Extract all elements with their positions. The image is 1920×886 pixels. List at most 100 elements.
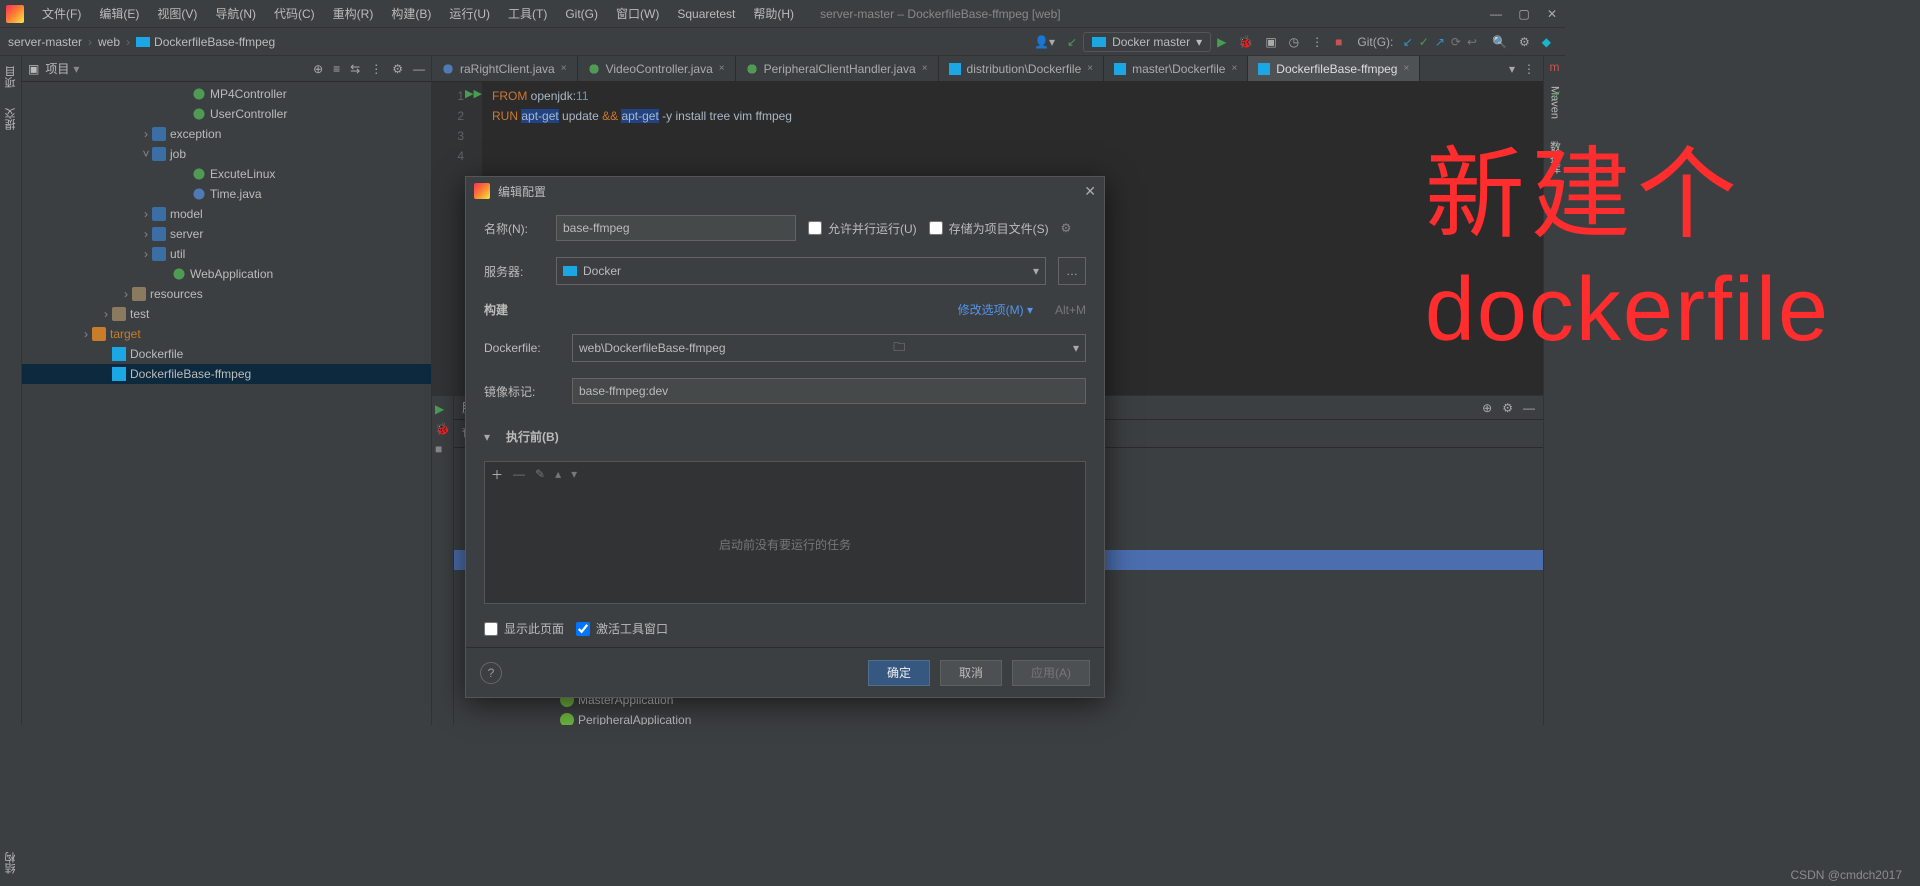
tree-row[interactable]: Dockerfile (22, 344, 431, 364)
tree-row[interactable]: ›target (22, 324, 431, 344)
breadcrumb-item[interactable]: DockerfileBase-ffmpeg (154, 35, 275, 49)
close-tab-icon[interactable]: × (922, 63, 928, 74)
debug-button[interactable]: 🐞 (1232, 33, 1259, 51)
project-tree[interactable]: MP4ControllerUserController›exception˅jo… (22, 82, 431, 725)
service-row[interactable]: PeripheralApplication (454, 710, 1543, 725)
menu-item[interactable]: 构建(B) (383, 3, 439, 24)
editor-tab[interactable]: DockerfileBase-ffmpeg× (1248, 56, 1420, 81)
play-icon[interactable]: ▶ (435, 402, 450, 416)
dockerfile-input[interactable]: web\DockerfileBase-ffmpeg 🗀 ▾ (572, 334, 1086, 362)
down-icon[interactable]: ▾ (571, 467, 577, 481)
close-tab-icon[interactable]: × (1231, 63, 1237, 74)
run-button[interactable]: ▶ (1211, 33, 1232, 51)
more-icon[interactable]: ⋮ (370, 62, 382, 76)
target-icon[interactable]: ⊕ (1482, 401, 1492, 415)
maven-icon[interactable]: m (1550, 60, 1560, 74)
server-browse-button[interactable]: … (1058, 257, 1086, 285)
menu-item[interactable]: 导航(N) (207, 3, 264, 24)
editor-tabs[interactable]: raRightClient.java×VideoController.java×… (432, 56, 1543, 82)
help-button[interactable]: ? (480, 662, 502, 684)
breadcrumb-item[interactable]: web (98, 35, 120, 49)
profile-button[interactable]: ◷ (1283, 33, 1305, 51)
folder-icon[interactable]: 🗀 (893, 338, 905, 359)
ok-button[interactable]: 确定 (868, 660, 930, 686)
locate-icon[interactable]: ⊕ (313, 62, 323, 76)
dialog-close-button[interactable]: ✕ (1084, 183, 1096, 200)
editor-tab[interactable]: distribution\Dockerfile× (939, 56, 1105, 81)
stop-icon[interactable]: ■ (435, 442, 450, 456)
image-tag-input[interactable] (572, 378, 1086, 404)
user-icon[interactable]: 👤▾ (1028, 33, 1061, 51)
menu-item[interactable]: Squaretest (669, 5, 743, 23)
edit-icon[interactable]: ✎ (535, 467, 545, 481)
store-project-checkbox[interactable]: 存储为项目文件(S) (929, 220, 1049, 237)
expand-all-icon[interactable]: ≡ (333, 62, 340, 76)
search-everywhere-icon[interactable]: 🔍 (1486, 33, 1513, 51)
tree-row[interactable]: ˅job (22, 144, 431, 164)
tree-row[interactable]: ›util (22, 244, 431, 264)
menu-item[interactable]: 文件(F) (34, 3, 89, 24)
show-page-checkbox[interactable]: 显示此页面 (484, 620, 564, 637)
allow-parallel-checkbox[interactable]: 允许并行运行(U) (808, 220, 917, 237)
build-icon[interactable]: ↙ (1061, 33, 1083, 51)
server-select[interactable]: Docker ▾ (556, 257, 1046, 285)
ide-services-icon[interactable]: ◆ (1536, 33, 1557, 51)
remove-icon[interactable]: — (513, 467, 525, 481)
chevron-down-icon[interactable]: ▾ (484, 430, 490, 444)
tree-row[interactable]: ›server (22, 224, 431, 244)
bug-icon[interactable]: 🐞 (435, 422, 450, 436)
tree-row[interactable]: ›model (22, 204, 431, 224)
minimize-button[interactable]: — (1489, 7, 1503, 21)
tree-row[interactable]: ExcuteLinux (22, 164, 431, 184)
rail-commit[interactable]: 提交 (1, 102, 21, 136)
cancel-button[interactable]: 取消 (940, 660, 1002, 686)
coverage-button[interactable]: ▣ (1259, 33, 1282, 51)
menu-item[interactable]: 运行(U) (441, 3, 498, 24)
tree-row[interactable]: ›resources (22, 284, 431, 304)
apply-button[interactable]: 应用(A) (1012, 660, 1090, 686)
activate-tool-checkbox[interactable]: 激活工具窗口 (576, 620, 668, 637)
hide-icon[interactable]: — (413, 62, 425, 76)
menu-item[interactable]: 视图(V) (149, 3, 205, 24)
rail-maven[interactable]: Maven (1547, 80, 1563, 125)
gear-icon[interactable]: ⚙ (1061, 221, 1072, 235)
more-icon[interactable]: ⋮ (1523, 62, 1535, 76)
hide-icon[interactable]: — (1523, 401, 1535, 415)
more-run-icon[interactable]: ⋮ (1305, 33, 1329, 51)
run-gutter-icon[interactable]: ▶▶ (465, 87, 482, 100)
tree-row[interactable]: UserController (22, 104, 431, 124)
close-button[interactable]: ✕ (1545, 7, 1559, 21)
menu-item[interactable]: 代码(C) (266, 3, 323, 24)
add-icon[interactable]: ＋ (491, 466, 503, 483)
tree-row[interactable]: Time.java (22, 184, 431, 204)
tree-row[interactable]: MP4Controller (22, 84, 431, 104)
menu-item[interactable]: 帮助(H) (745, 3, 802, 24)
collapse-all-icon[interactable]: ⇆ (350, 62, 360, 76)
close-tab-icon[interactable]: × (561, 63, 567, 74)
name-input[interactable] (556, 215, 796, 241)
settings-icon[interactable]: ⚙ (1513, 33, 1536, 51)
breadcrumb[interactable]: server-master› web› DockerfileBase-ffmpe… (8, 35, 275, 49)
rail-database[interactable]: 数据库 (1545, 135, 1565, 180)
editor-tab[interactable]: VideoController.java× (578, 56, 736, 81)
tree-row[interactable]: ›test (22, 304, 431, 324)
editor-tab[interactable]: master\Dockerfile× (1104, 56, 1248, 81)
rail-project[interactable]: 项目 (1, 60, 21, 94)
editor-tab[interactable]: PeripheralClientHandler.java× (736, 56, 939, 81)
close-tab-icon[interactable]: × (719, 63, 725, 74)
up-icon[interactable]: ▴ (555, 467, 561, 481)
stop-button[interactable]: ■ (1329, 33, 1348, 51)
menu-item[interactable]: 编辑(E) (91, 3, 147, 24)
modify-options-link[interactable]: 修改选项(M) ▾ (958, 301, 1033, 318)
tree-row[interactable]: WebApplication (22, 264, 431, 284)
gear-icon[interactable]: ⚙ (1502, 401, 1513, 415)
run-config-selector[interactable]: Docker master ▾ (1083, 32, 1211, 52)
editor-tab[interactable]: raRightClient.java× (432, 56, 578, 81)
menu-item[interactable]: Git(G) (557, 5, 606, 23)
gear-icon[interactable]: ⚙ (392, 62, 403, 76)
chevron-down-icon[interactable]: ▾ (1509, 62, 1515, 76)
tree-row[interactable]: DockerfileBase-ffmpeg (22, 364, 431, 384)
maximize-button[interactable]: ▢ (1517, 7, 1531, 21)
project-title[interactable]: 项目 ▾ (45, 60, 79, 77)
close-tab-icon[interactable]: × (1087, 63, 1093, 74)
